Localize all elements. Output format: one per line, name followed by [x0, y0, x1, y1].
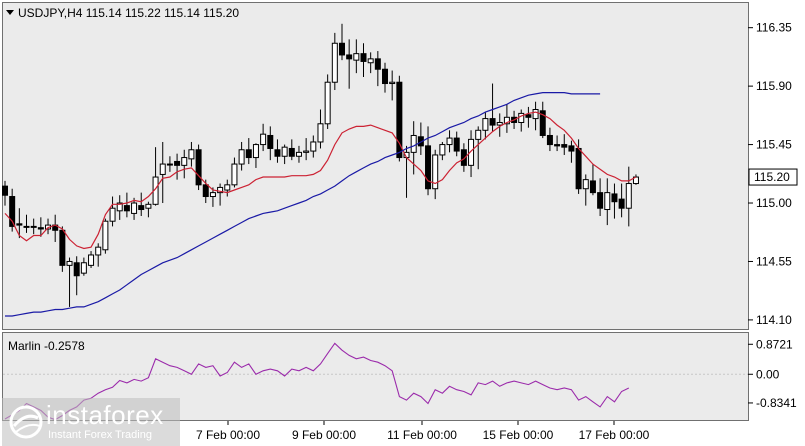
- candle-body: [525, 114, 532, 118]
- candle-body: [131, 202, 138, 214]
- price-tick-label: 114.55: [756, 254, 792, 268]
- candle-body: [575, 147, 582, 190]
- candle-body: [231, 163, 238, 186]
- time-tick-label: 15 Feb 00:00: [483, 428, 554, 442]
- candle-body: [475, 129, 482, 140]
- candle-body: [37, 227, 44, 230]
- candle-body: [145, 203, 152, 209]
- time-tick-label: 9 Feb 00:00: [292, 428, 356, 442]
- candle-body: [446, 137, 453, 146]
- price-tick-label: 116.35: [756, 21, 792, 35]
- logo-name: instaforex: [46, 400, 164, 430]
- candle-body: [2, 185, 8, 196]
- candle-body: [611, 193, 618, 203]
- candle-body: [568, 145, 575, 152]
- candle-body: [324, 81, 331, 125]
- candle-body: [80, 262, 87, 274]
- candle-body: [138, 205, 145, 211]
- chart-title: USDJPY,H4 115.14 115.22 115.14 115.20: [18, 6, 239, 20]
- candle-body: [625, 183, 632, 209]
- candle-body: [274, 149, 281, 157]
- candle-body: [346, 54, 353, 60]
- candle-body: [353, 53, 360, 61]
- candle-body: [102, 220, 109, 251]
- candle-body: [604, 192, 611, 211]
- candle-body: [546, 134, 553, 146]
- price-tick-label: 115.45: [756, 138, 792, 152]
- candle-body: [16, 223, 23, 226]
- candle-body: [561, 144, 568, 148]
- candle-body: [88, 254, 95, 266]
- candle-body: [374, 58, 381, 70]
- candle-body: [532, 109, 539, 120]
- candle-body: [73, 262, 80, 277]
- indicator-title: Marlin -0.2578: [8, 339, 85, 353]
- instaforex-logo: instaforex Instant Forex Trading: [2, 398, 180, 446]
- candle-body: [360, 53, 367, 62]
- candle-body: [597, 192, 604, 209]
- candle-body: [589, 180, 596, 194]
- time-tick-label: 11 Feb 00:00: [387, 428, 457, 442]
- candle-body: [245, 149, 252, 159]
- logo-tagline: Instant Forex Trading: [48, 429, 152, 441]
- candle-body: [303, 150, 310, 153]
- price-tick-label: 114.10: [756, 313, 792, 327]
- indicator-tick-label: 0.00: [756, 367, 780, 381]
- current-price-label: 115.20: [754, 170, 790, 184]
- chart-canvas: 116.35 115.90 115.45 115.00 114.55 114.10 115.…: [0, 0, 805, 446]
- candle-body: [439, 144, 446, 156]
- candle-body: [281, 146, 288, 157]
- candle-body: [23, 225, 30, 228]
- candle-body: [389, 81, 396, 85]
- candle-body: [482, 118, 489, 131]
- candle-body: [425, 145, 432, 190]
- candle-body: [317, 123, 324, 143]
- time-tick-label: 7 Feb 00:00: [196, 428, 260, 442]
- main-price-panel: [2, 2, 749, 330]
- candle-body: [159, 163, 166, 175]
- candle-body: [382, 68, 389, 85]
- candle-body: [109, 207, 116, 222]
- candle-body: [295, 151, 302, 157]
- candle-body: [95, 246, 102, 256]
- candle-body: [195, 149, 202, 186]
- candle-body: [367, 58, 374, 64]
- candle-body: [453, 137, 460, 152]
- candle-body: [260, 133, 267, 146]
- candle-body: [410, 134, 417, 153]
- candle-body: [202, 184, 209, 198]
- time-tick-label: 17 Feb 00:00: [579, 428, 650, 442]
- price-tick-label: 115.90: [756, 79, 792, 93]
- candle-body: [66, 260, 73, 266]
- candle-body: [174, 160, 181, 166]
- candle-body: [267, 134, 274, 149]
- candle-body: [554, 144, 561, 147]
- candle-body: [59, 229, 66, 266]
- candle-body: [331, 42, 338, 83]
- candle-body: [166, 163, 173, 166]
- candle-body: [618, 198, 625, 209]
- candle-body: [181, 157, 188, 166]
- candle-body: [238, 149, 245, 165]
- candle-body: [252, 144, 259, 159]
- indicator-tick-label: 0.8721: [756, 337, 793, 351]
- candle-body: [30, 225, 37, 228]
- candle-body: [310, 141, 317, 152]
- candle-body: [224, 184, 231, 191]
- candle-body: [123, 205, 130, 212]
- candle-body: [338, 42, 345, 56]
- candle-body: [582, 179, 589, 190]
- indicator-tick-label: -0.8341: [756, 396, 797, 410]
- candle-body: [188, 149, 195, 160]
- instaforex-logo-icon: [9, 405, 43, 439]
- candle-body: [288, 147, 295, 157]
- candle-body: [489, 118, 496, 126]
- candle-body: [209, 192, 216, 198]
- price-tick-label: 115.00: [756, 196, 792, 210]
- candle-body: [496, 121, 503, 126]
